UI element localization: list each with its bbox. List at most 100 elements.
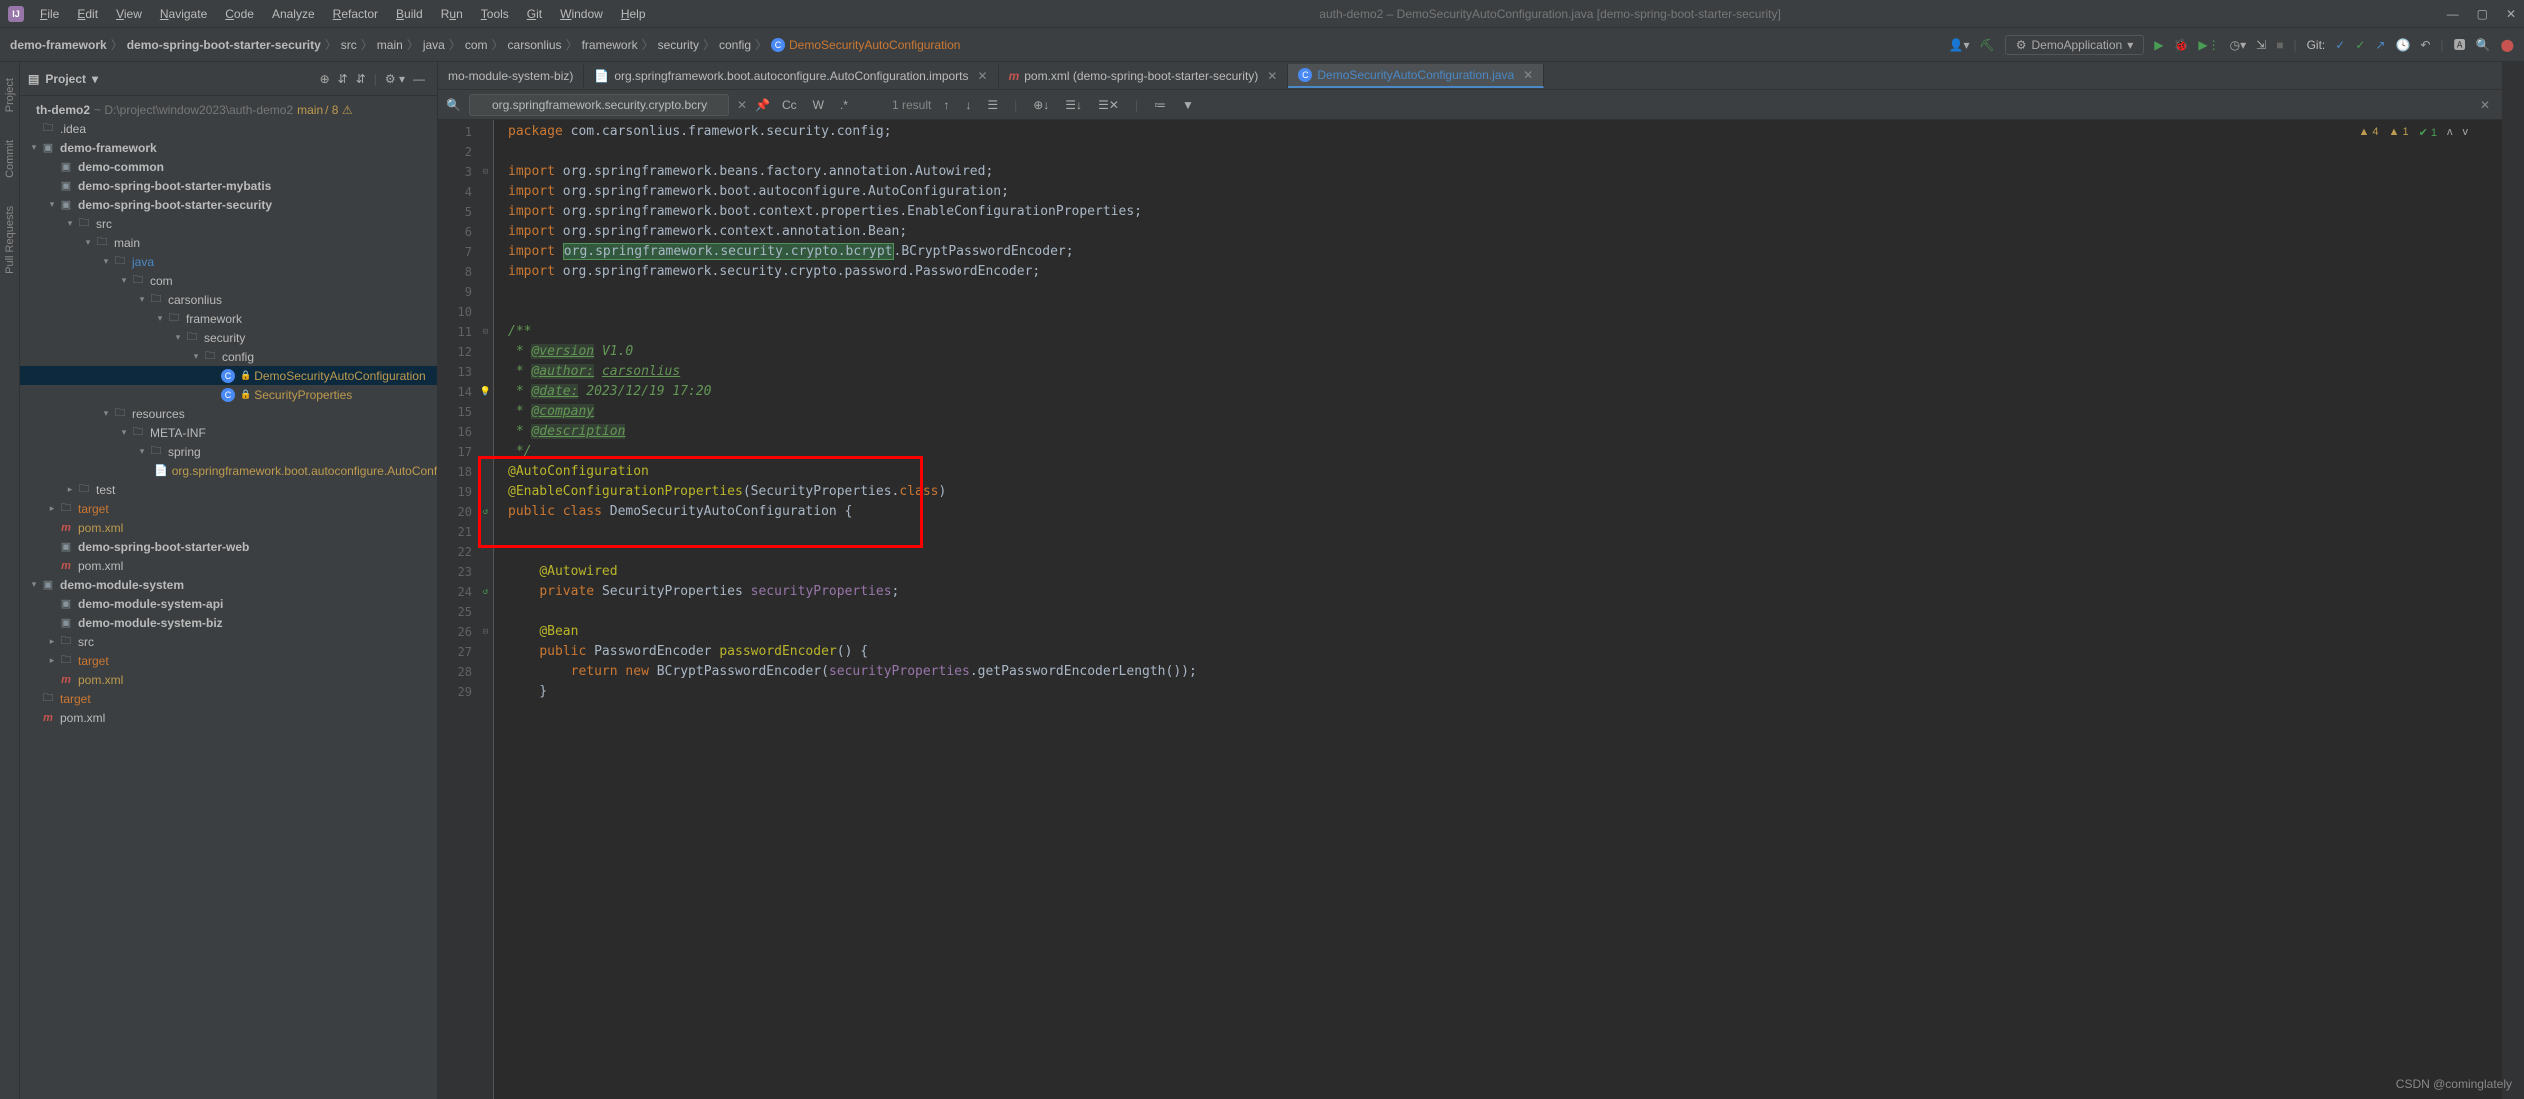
tool-pull-requests[interactable]: Pull Requests bbox=[2, 198, 18, 282]
search-everywhere-icon[interactable]: 🔍 bbox=[2476, 38, 2491, 52]
find-select-all-icon[interactable]: ☰ bbox=[983, 96, 1002, 114]
tree-node[interactable]: ▾🗀spring bbox=[20, 442, 437, 461]
settings-icon[interactable]: ⚙ ▾ bbox=[381, 70, 409, 88]
minimize-icon[interactable]: — bbox=[2447, 7, 2459, 21]
find-next-icon[interactable]: ↓ bbox=[961, 96, 975, 114]
close-icon[interactable]: ✕ bbox=[2506, 7, 2516, 21]
code-line[interactable]: } bbox=[508, 682, 2502, 702]
editor-tab[interactable]: 📄org.springframework.boot.autoconfigure.… bbox=[584, 65, 998, 87]
code-line[interactable]: * @company bbox=[508, 402, 2502, 422]
find-prev-icon[interactable]: ↑ bbox=[939, 96, 953, 114]
code-line[interactable]: import org.springframework.security.cryp… bbox=[508, 262, 2502, 282]
stop-icon[interactable]: ■ bbox=[2276, 38, 2283, 52]
find-filter-icon[interactable]: ▼ bbox=[1178, 96, 1198, 114]
code-line[interactable]: package com.carsonlius.framework.securit… bbox=[508, 122, 2502, 142]
code-line[interactable]: return new BCryptPasswordEncoder(securit… bbox=[508, 662, 2502, 682]
user-icon[interactable]: 👤▾ bbox=[1949, 38, 1970, 52]
tree-node[interactable]: ▾🗀framework bbox=[20, 309, 437, 328]
hide-icon[interactable]: — bbox=[409, 70, 429, 88]
code-line[interactable] bbox=[508, 282, 2502, 302]
find-settings-icon[interactable]: ≔ bbox=[1150, 96, 1170, 114]
editor-tab[interactable]: CDemoSecurityAutoConfiguration.java✕ bbox=[1288, 64, 1544, 88]
editor-tab[interactable]: mo-module-system-biz) bbox=[438, 65, 584, 87]
weak-warning-icon[interactable]: ▲ 1 bbox=[2389, 126, 2409, 139]
tab-close-icon[interactable]: ✕ bbox=[1267, 69, 1277, 83]
warning-icon[interactable]: ▲ 4 bbox=[2358, 126, 2378, 139]
code-line[interactable]: @Autowired bbox=[508, 562, 2502, 582]
code-line[interactable] bbox=[508, 542, 2502, 562]
hammer-icon[interactable]: ⛏ bbox=[1979, 38, 1994, 52]
breadcrumb-item[interactable]: src bbox=[341, 38, 357, 52]
error-stripe[interactable] bbox=[2502, 62, 2524, 1099]
code-editor[interactable]: 1234567891011121314151617181920212223242… bbox=[438, 120, 2502, 1099]
find-select-occurrences-icon[interactable]: ☰↓ bbox=[1061, 96, 1086, 114]
breadcrumb-item[interactable]: config bbox=[719, 38, 751, 52]
find-regex-toggle[interactable]: .* bbox=[836, 96, 852, 114]
tree-node[interactable]: mpom.xml bbox=[20, 670, 437, 689]
tree-node[interactable]: ▣demo-spring-boot-starter-mybatis bbox=[20, 176, 437, 195]
menu-file[interactable]: File bbox=[32, 4, 67, 24]
project-root[interactable]: th-demo2 ~ D:\project\window2023\auth-de… bbox=[20, 100, 437, 119]
tree-node[interactable]: ▸🗀test bbox=[20, 480, 437, 499]
run-config-selector[interactable]: ⚙ DemoApplication ▾ bbox=[2005, 35, 2145, 55]
menu-refactor[interactable]: Refactor bbox=[325, 4, 386, 24]
tree-node[interactable]: ▾🗀META-INF bbox=[20, 423, 437, 442]
menu-help[interactable]: Help bbox=[613, 4, 654, 24]
typo-icon[interactable]: ✔ 1 bbox=[2419, 126, 2437, 139]
tree-node[interactable]: ▾🗀com bbox=[20, 271, 437, 290]
menu-navigate[interactable]: Navigate bbox=[152, 4, 215, 24]
project-tree[interactable]: th-demo2 ~ D:\project\window2023\auth-de… bbox=[20, 96, 437, 1099]
inspect-up-icon[interactable]: ʌ bbox=[2447, 126, 2453, 139]
find-close-bar-icon[interactable]: ✕ bbox=[2476, 96, 2494, 114]
breadcrumb-item[interactable]: security bbox=[658, 38, 699, 52]
run-icon[interactable]: ▶ bbox=[2154, 38, 2163, 52]
tab-close-icon[interactable]: ✕ bbox=[1523, 68, 1533, 82]
code-line[interactable]: public PasswordEncoder passwordEncoder()… bbox=[508, 642, 2502, 662]
tree-node[interactable]: 🗀.idea bbox=[20, 119, 437, 138]
maximize-icon[interactable]: ▢ bbox=[2477, 7, 2488, 21]
tree-node[interactable]: ▾🗀security bbox=[20, 328, 437, 347]
tree-node[interactable]: ▾🗀main bbox=[20, 233, 437, 252]
code-line[interactable]: private SecurityProperties securityPrope… bbox=[508, 582, 2502, 602]
tree-node[interactable]: ▾🗀resources bbox=[20, 404, 437, 423]
code-line[interactable]: public class DemoSecurityAutoConfigurati… bbox=[508, 502, 2502, 522]
breadcrumb-item[interactable]: carsonlius bbox=[508, 38, 562, 52]
git-push-icon[interactable]: ↗ bbox=[2375, 38, 2385, 52]
tree-node[interactable]: ▣demo-module-system-api bbox=[20, 594, 437, 613]
coverage-icon[interactable]: ▶⋮ bbox=[2198, 38, 2219, 52]
find-word-toggle[interactable]: W bbox=[809, 96, 828, 114]
breadcrumb-item[interactable]: java bbox=[423, 38, 445, 52]
find-pin-icon[interactable]: 📌 bbox=[755, 98, 770, 112]
tree-node[interactable]: ▾▣demo-module-system bbox=[20, 575, 437, 594]
project-view-title[interactable]: ▤ Project ▾ bbox=[28, 72, 98, 86]
tree-node[interactable]: ▾🗀config bbox=[20, 347, 437, 366]
git-update-icon[interactable]: ✓ bbox=[2335, 38, 2345, 52]
locate-icon[interactable]: ⊕ bbox=[316, 70, 334, 88]
code-line[interactable]: import org.springframework.boot.context.… bbox=[508, 202, 2502, 222]
tree-node[interactable]: 🗀target bbox=[20, 689, 437, 708]
debug-icon[interactable]: 🐞 bbox=[2173, 38, 2188, 52]
tree-node[interactable]: 📄org.springframework.boot.autoconfigure.… bbox=[20, 461, 437, 480]
tab-close-icon[interactable]: ✕ bbox=[978, 69, 988, 83]
collapse-all-icon[interactable]: ⇵ bbox=[352, 70, 370, 88]
menu-view[interactable]: View bbox=[108, 4, 150, 24]
tree-node[interactable]: ▾🗀java bbox=[20, 252, 437, 271]
code-line[interactable]: import org.springframework.beans.factory… bbox=[508, 162, 2502, 182]
tool-commit[interactable]: Commit bbox=[2, 132, 18, 186]
expand-all-icon[interactable]: ⇵ bbox=[334, 70, 352, 88]
tree-node[interactable]: ▾🗀carsonlius bbox=[20, 290, 437, 309]
tree-node[interactable]: ▣demo-spring-boot-starter-web bbox=[20, 537, 437, 556]
breadcrumb-current[interactable]: CDemoSecurityAutoConfiguration bbox=[771, 38, 960, 52]
code-line[interactable] bbox=[508, 522, 2502, 542]
code-line[interactable]: import org.springframework.security.cryp… bbox=[508, 242, 2502, 262]
tree-node[interactable]: ▾▣demo-framework bbox=[20, 138, 437, 157]
menu-window[interactable]: Window bbox=[552, 4, 611, 24]
menu-edit[interactable]: Edit bbox=[69, 4, 106, 24]
tree-node[interactable]: mpom.xml bbox=[20, 708, 437, 727]
find-remove-occurrence-icon[interactable]: ☰✕ bbox=[1094, 96, 1123, 114]
tree-node[interactable]: ▾▣demo-spring-boot-starter-security bbox=[20, 195, 437, 214]
code-line[interactable]: import org.springframework.boot.autoconf… bbox=[508, 182, 2502, 202]
code-line[interactable] bbox=[508, 142, 2502, 162]
code-line[interactable]: @EnableConfigurationProperties(SecurityP… bbox=[508, 482, 2502, 502]
tool-project[interactable]: Project bbox=[2, 70, 18, 120]
